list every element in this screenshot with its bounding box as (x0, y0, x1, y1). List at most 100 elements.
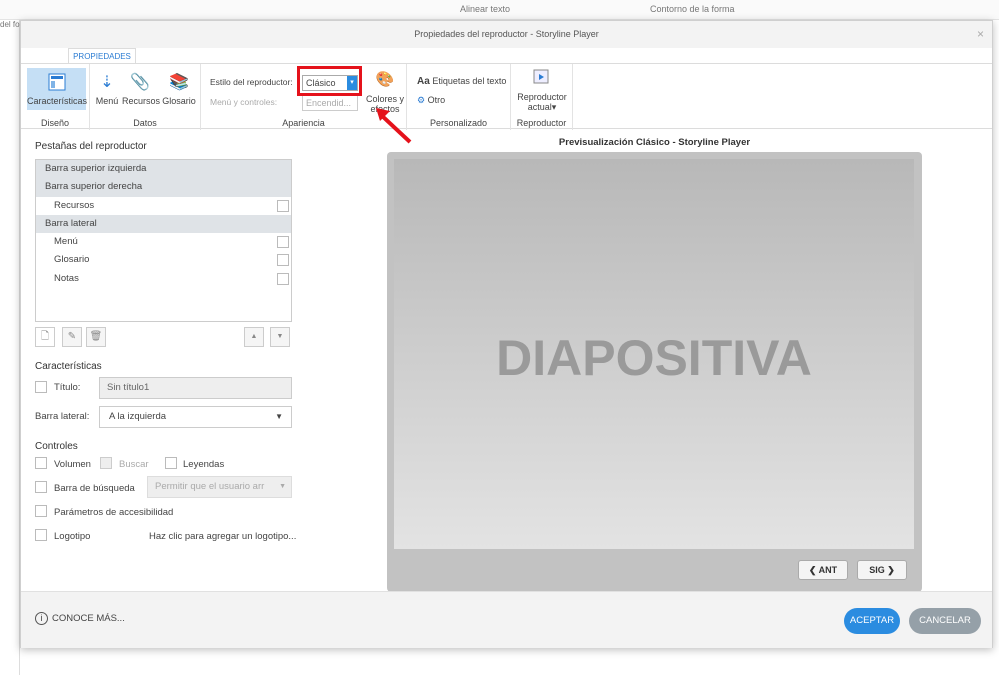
titulo-checkbox[interactable] (35, 381, 47, 393)
barra-lateral-select[interactable]: A la izquierda ▼ (99, 406, 292, 428)
checkbox[interactable] (277, 272, 289, 285)
list-item-label: Barra superior izquierda (45, 163, 147, 174)
dialog-footer: i CONOCE MÁS... ACEPTAR CANCELAR (21, 591, 992, 648)
leyendas-label: Leyendas (183, 459, 225, 470)
paperclip-icon: 📎 (130, 74, 150, 91)
new-tab-button[interactable]: 🗋 (35, 327, 55, 347)
move-down-button[interactable]: ▼ (270, 327, 290, 347)
player-tabs-title: Pestañas del reproductor (35, 141, 147, 152)
titulo-label: Título: (54, 382, 81, 393)
accept-button[interactable]: ACEPTAR (844, 608, 900, 634)
group-reproductor: Reproductor actual▾ Reproductor (511, 64, 573, 130)
checkbox[interactable] (277, 254, 289, 267)
slide-area: DIAPOSITIVA (394, 159, 914, 549)
list-item-label: Glosario (54, 254, 90, 266)
menu-controles-label: Menú y controles: (210, 97, 278, 107)
list-item-label: Menú (54, 236, 78, 248)
bg-shape-outline: Contorno de la forma (650, 4, 735, 14)
etiquetas-button[interactable]: Aa Etiquetas del texto (417, 76, 506, 87)
edit-icon: ✎ (67, 331, 77, 342)
glossary-books-icon: 📚 (169, 74, 189, 91)
buscar-label: Buscar (119, 459, 149, 470)
tab-propiedades[interactable]: PROPIEDADES (68, 48, 136, 64)
caracteristicas-label: Características (27, 96, 88, 106)
layout-icon (48, 73, 65, 91)
color-palette-icon: 🎨 (375, 71, 395, 88)
menu-arrow-icon: ⇣ (100, 74, 114, 91)
group-label-datos: Datos (133, 118, 157, 128)
cancel-button[interactable]: CANCELAR (909, 608, 981, 634)
list-item[interactable]: Recursos (36, 197, 291, 215)
leyendas-checkbox[interactable] (165, 457, 177, 469)
titulo-input[interactable]: Sin título1 (99, 377, 292, 399)
features-title: Características (35, 361, 102, 372)
recursos-button[interactable]: 📎 Recursos (122, 72, 160, 106)
otro-button[interactable]: ⚙ Otro (417, 95, 445, 106)
edit-tab-button[interactable]: ✎ (62, 327, 82, 347)
highlight-box (297, 66, 362, 96)
list-item[interactable]: Barra superior izquierda (36, 160, 291, 179)
dialog-title: Propiedades del reproductor - Storyline … (21, 21, 992, 48)
caracteristicas-button[interactable]: Características (27, 68, 88, 110)
barra-busqueda-label: Barra de búsqueda (54, 483, 135, 494)
new-page-icon: 🗋 (40, 331, 50, 342)
reproductor-actual-button[interactable]: Reproductor actual▾ (513, 68, 571, 113)
controls-title: Controles (35, 441, 78, 452)
list-item[interactable]: Barra superior derecha (36, 178, 291, 197)
checkbox[interactable] (277, 199, 289, 212)
colores-label: Colores y (365, 94, 404, 104)
prev-button[interactable]: ❮ ANT (798, 560, 848, 580)
list-item[interactable]: Barra lateral (36, 214, 291, 234)
barra-busqueda-value: Permitir que el usuario arr (155, 481, 265, 492)
menu-controles-value: Encendid... (306, 98, 352, 108)
logotipo-checkbox[interactable] (35, 529, 47, 541)
accesibilidad-label: Parámetros de accesibilidad (54, 507, 174, 518)
group-label-diseno: Diseño (40, 118, 69, 128)
barra-lateral-label: Barra lateral: (35, 411, 90, 422)
slide-placeholder-text: DIAPOSITIVA (496, 330, 812, 386)
glosario-label: Glosario (162, 96, 196, 106)
move-up-button[interactable]: ▲ (244, 327, 264, 347)
group-datos: ⇣ Menú 📎 Recursos 📚 Glosario Datos (90, 64, 201, 130)
trash-icon: 🗑 (89, 331, 103, 342)
checkbox[interactable] (277, 236, 289, 249)
volumen-checkbox[interactable] (35, 457, 47, 469)
barra-lateral-value: A la izquierda (109, 411, 167, 422)
volumen-label: Volumen (54, 459, 91, 470)
list-item[interactable]: Notas (36, 270, 291, 288)
add-logo-link[interactable]: Haz clic para agregar un logotipo... (149, 531, 296, 542)
learn-more-link[interactable]: i CONOCE MÁS... (35, 612, 125, 625)
menu-label: Menú (95, 96, 119, 106)
close-icon[interactable]: × (977, 27, 984, 41)
reproductor-label: Reproductor (517, 92, 567, 102)
glosario-button[interactable]: 📚 Glosario (161, 72, 197, 106)
chevron-down-icon: ▼ (275, 412, 283, 421)
player-wrench-icon (533, 69, 549, 84)
etiquetas-label: Etiquetas del texto (432, 76, 507, 86)
barra-busqueda-select[interactable]: Permitir que el usuario arr ▼ (147, 476, 292, 498)
next-button[interactable]: SIG ❯ (857, 560, 907, 580)
background-app-left: del foco (0, 20, 28, 675)
chevron-down-icon: ▼ (275, 477, 286, 497)
list-item[interactable]: Glosario (36, 251, 291, 269)
accesibilidad-checkbox[interactable] (35, 505, 47, 517)
group-personalizado: Aa Etiquetas del texto ⚙ Otro Personaliz… (407, 64, 511, 130)
group-label-reproductor: Reproductor (516, 118, 567, 128)
reproductor-label-2: actual (527, 102, 552, 112)
list-item[interactable]: Menú (36, 233, 291, 251)
gear-icon: ⚙ (417, 95, 426, 105)
info-icon: i (35, 612, 48, 625)
logotipo-label: Logotipo (54, 531, 91, 542)
list-item-label: Barra lateral (45, 217, 97, 229)
background-app-right (993, 20, 999, 675)
buscar-checkbox[interactable] (100, 457, 112, 469)
bg-align-text: Alinear texto (460, 4, 511, 14)
learn-more-label: CONOCE MÁS... (52, 613, 125, 624)
barra-busqueda-checkbox[interactable] (35, 481, 47, 493)
delete-tab-button[interactable]: 🗑 (86, 327, 106, 347)
group-label-personalizado: Personalizado (429, 118, 488, 128)
list-item-label: Barra superior derecha (45, 181, 143, 193)
menu-controles-select[interactable]: Encendid... (302, 95, 358, 111)
estilo-label: Estilo del reproductor: (210, 77, 293, 87)
menu-button[interactable]: ⇣ Menú (95, 72, 119, 106)
